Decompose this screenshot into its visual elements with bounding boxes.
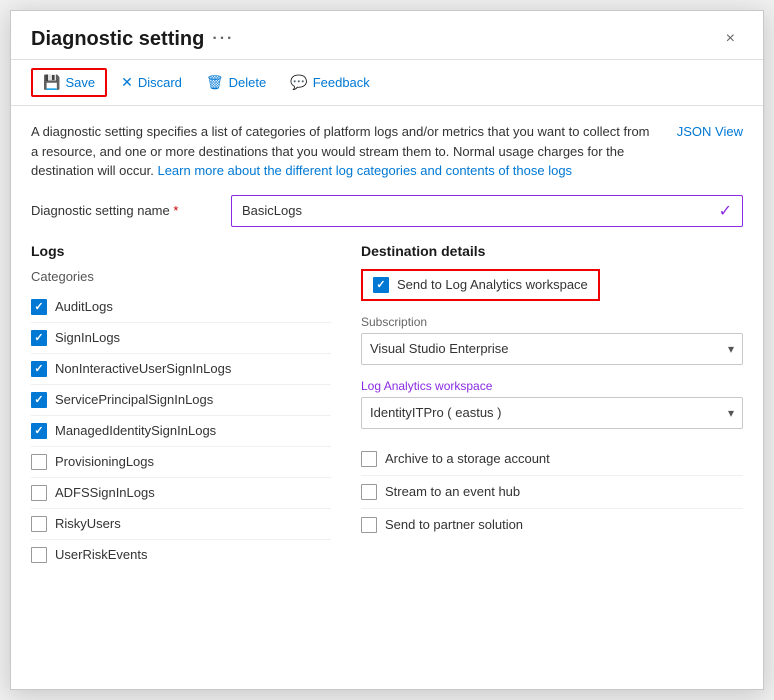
diagnostic-setting-dialog: Diagnostic setting ··· × 💾 Save ✕ Discar… [10,10,764,690]
setting-name-row: Diagnostic setting name * ✓ [31,195,743,227]
save-button[interactable]: 💾 Save [31,68,107,97]
list-item: ADFSSignInLogs [31,478,331,509]
log-analytics-workspace-select[interactable]: IdentityITPro ( eastus ) [370,398,734,428]
delete-button[interactable]: 🗑 Delete [196,69,276,96]
feedback-label: Feedback [313,75,370,90]
user-risk-events-checkbox[interactable] [31,547,47,563]
service-principal-label: ServicePrincipalSignInLogs [55,392,213,407]
save-label: Save [65,75,95,90]
subscription-dropdown[interactable]: Visual Studio Enterprise ▾ [361,333,743,365]
dialog-title: Diagnostic setting ··· [31,28,234,51]
managed-identity-label: ManagedIdentitySignInLogs [55,423,216,438]
archive-storage-checkbox[interactable] [361,451,377,467]
service-principal-checkbox[interactable] [31,392,47,408]
setting-name-input-wrapper: ✓ [231,195,743,227]
discard-label: Discard [138,75,182,90]
discard-icon: ✕ [121,74,133,91]
feedback-icon: 💬 [290,74,307,91]
description-block: A diagnostic setting specifies a list of… [31,122,743,181]
list-item: ManagedIdentitySignInLogs [31,416,331,447]
provisioning-logs-checkbox[interactable] [31,454,47,470]
stream-event-hub-checkbox[interactable] [361,484,377,500]
list-item: AuditLogs [31,292,331,323]
provisioning-logs-label: ProvisioningLogs [55,454,154,469]
non-interactive-checkbox[interactable] [31,361,47,377]
title-text: Diagnostic setting [31,28,204,51]
user-risk-events-label: UserRiskEvents [55,547,147,562]
partner-solution-checkbox[interactable] [361,517,377,533]
required-marker: * [173,203,178,218]
stream-event-hub-label: Stream to an event hub [385,484,520,499]
toolbar: 💾 Save ✕ Discard 🗑 Delete 💬 Feedback [11,60,763,106]
managed-identity-checkbox[interactable] [31,423,47,439]
list-item: NonInteractiveUserSignInLogs [31,354,331,385]
list-item: RiskyUsers [31,509,331,540]
send-to-log-analytics-label: Send to Log Analytics workspace [397,277,588,292]
log-analytics-workspace-field: Log Analytics workspace IdentityITPro ( … [361,379,743,429]
list-item: ProvisioningLogs [31,447,331,478]
setting-name-label: Diagnostic setting name * [31,203,231,218]
archive-storage-label: Archive to a storage account [385,451,550,466]
risky-users-checkbox[interactable] [31,516,47,532]
list-item: ServicePrincipalSignInLogs [31,385,331,416]
discard-button[interactable]: ✕ Discard [111,69,192,96]
title-dots: ··· [212,30,234,48]
feedback-button[interactable]: 💬 Feedback [280,69,380,96]
content-area: A diagnostic setting specifies a list of… [11,106,763,586]
destination-section: Destination details Send to Log Analytic… [361,243,743,570]
logs-section: Logs Categories AuditLogs SignInLogs [31,243,331,570]
risky-users-label: RiskyUsers [55,516,121,531]
adfs-signin-checkbox[interactable] [31,485,47,501]
subscription-select[interactable]: Visual Studio Enterprise [370,334,734,364]
list-item: UserRiskEvents [31,540,331,570]
categories-label: Categories [31,269,331,284]
logs-categories-list: AuditLogs SignInLogs NonInteractiveUserS… [31,292,331,570]
destination-title: Destination details [361,243,743,259]
partner-solution-row: Send to partner solution [361,509,743,541]
delete-label: Delete [229,75,267,90]
learn-more-link[interactable]: Learn more about the different log categ… [157,163,572,178]
send-to-log-analytics-checkbox[interactable] [373,277,389,293]
audit-logs-label: AuditLogs [55,299,113,314]
list-item: SignInLogs [31,323,331,354]
dialog-header: Diagnostic setting ··· × [11,11,763,60]
adfs-signin-label: ADFSSignInLogs [55,485,155,500]
partner-solution-label: Send to partner solution [385,517,523,532]
setting-name-input[interactable] [242,203,719,218]
delete-icon: 🗑 [206,74,224,91]
json-view-link[interactable]: JSON View [677,122,743,142]
input-check-icon: ✓ [719,201,732,221]
archive-storage-row: Archive to a storage account [361,443,743,476]
signin-logs-label: SignInLogs [55,330,120,345]
logs-title: Logs [31,243,331,259]
close-button[interactable]: × [718,27,743,51]
subscription-field: Subscription Visual Studio Enterprise ▾ [361,315,743,365]
send-to-log-analytics-highlight: Send to Log Analytics workspace [361,269,600,301]
signin-logs-checkbox[interactable] [31,330,47,346]
stream-event-hub-row: Stream to an event hub [361,476,743,509]
save-icon: 💾 [43,74,60,91]
subscription-label: Subscription [361,315,743,329]
log-analytics-workspace-dropdown[interactable]: IdentityITPro ( eastus ) ▾ [361,397,743,429]
audit-logs-checkbox[interactable] [31,299,47,315]
non-interactive-label: NonInteractiveUserSignInLogs [55,361,231,376]
log-analytics-workspace-label: Log Analytics workspace [361,379,743,393]
two-column-layout: Logs Categories AuditLogs SignInLogs [31,243,743,570]
